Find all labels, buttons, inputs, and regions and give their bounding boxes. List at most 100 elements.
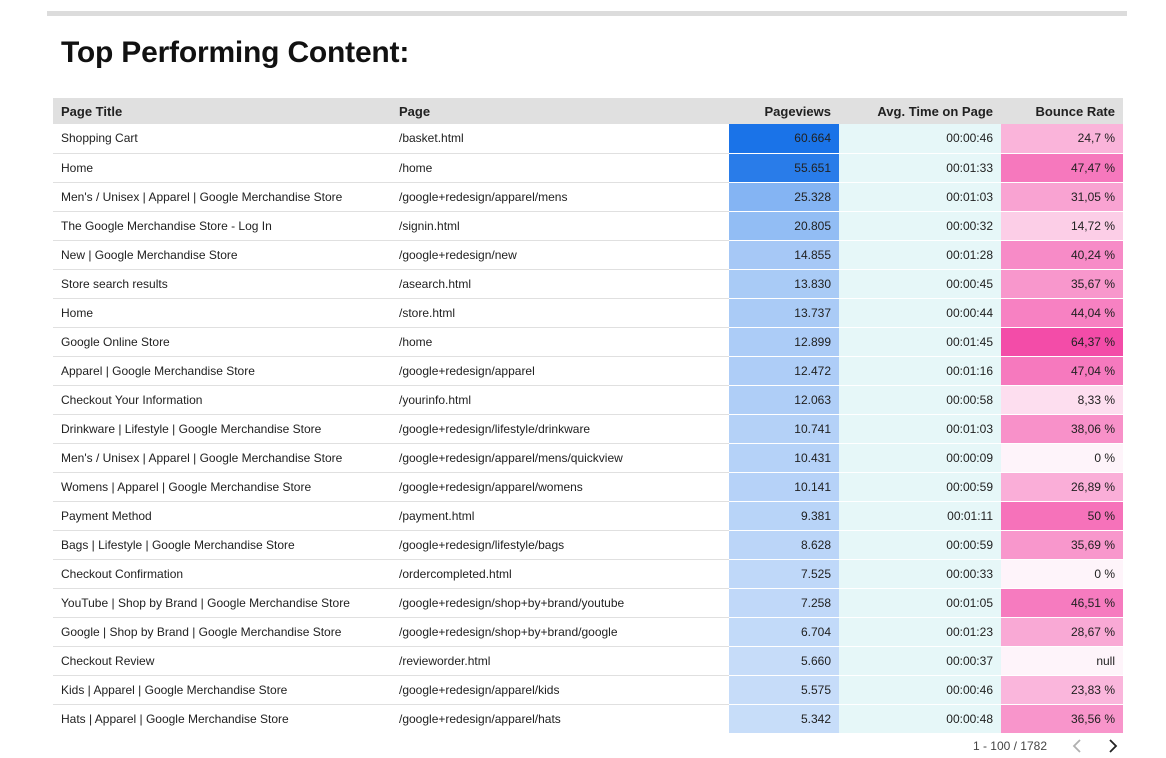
cell-bounce-rate: null bbox=[1001, 646, 1123, 676]
table-row[interactable]: Store search results/asearch.html 13.830 0… bbox=[53, 269, 1123, 299]
cell-page: /signin.html bbox=[391, 211, 729, 241]
table-row[interactable]: Shopping Cart/basket.html 60.664 00:00:46 2… bbox=[53, 124, 1123, 154]
cell-bounce-rate: 47,04 % bbox=[1001, 356, 1123, 386]
cell-avg-time: 00:00:44 bbox=[839, 298, 1001, 328]
cell-page-title: Men's / Unisex | Apparel | Google Mercha… bbox=[53, 443, 391, 473]
table-row[interactable]: Home/home 55.651 00:01:33 47,47 % bbox=[53, 153, 1123, 183]
cell-pageviews: 5.660 bbox=[729, 646, 839, 676]
table-row[interactable]: Womens | Apparel | Google Merchandise St… bbox=[53, 472, 1123, 502]
table-row[interactable]: Checkout Review/revieworder.html 5.660 00:… bbox=[53, 646, 1123, 676]
table-row[interactable]: Men's / Unisex | Apparel | Google Mercha… bbox=[53, 443, 1123, 473]
cell-pageviews: 7.258 bbox=[729, 588, 839, 618]
cell-page-title: Store search results bbox=[53, 269, 391, 299]
cell-page-title: Google | Shop by Brand | Google Merchand… bbox=[53, 617, 391, 647]
cell-pageviews: 13.737 bbox=[729, 298, 839, 328]
cell-bounce-rate: 46,51 % bbox=[1001, 588, 1123, 618]
cell-avg-time: 00:00:59 bbox=[839, 472, 1001, 502]
cell-page-title: Men's / Unisex | Apparel | Google Mercha… bbox=[53, 182, 391, 212]
cell-bounce-rate: 38,06 % bbox=[1001, 414, 1123, 444]
table-row[interactable]: Bags | Lifestyle | Google Merchandise St… bbox=[53, 530, 1123, 560]
top-divider-bar bbox=[47, 11, 1127, 16]
cell-avg-time: 00:00:46 bbox=[839, 124, 1001, 154]
table-row[interactable]: New | Google Merchandise Store/google+re… bbox=[53, 240, 1123, 270]
cell-avg-time: 00:01:28 bbox=[839, 240, 1001, 270]
cell-bounce-rate: 64,37 % bbox=[1001, 327, 1123, 357]
table-header-row: Page Title Page Pageviews Avg. Time on P… bbox=[53, 98, 1123, 124]
column-header-bounce-rate[interactable]: Bounce Rate bbox=[1001, 98, 1123, 124]
table-row[interactable]: The Google Merchandise Store - Log In/si… bbox=[53, 211, 1123, 241]
table-row[interactable]: Kids | Apparel | Google Merchandise Stor… bbox=[53, 675, 1123, 705]
cell-page-title: Drinkware | Lifestyle | Google Merchandi… bbox=[53, 414, 391, 444]
cell-page-title: YouTube | Shop by Brand | Google Merchan… bbox=[53, 588, 391, 618]
table-row[interactable]: Hats | Apparel | Google Merchandise Stor… bbox=[53, 704, 1123, 733]
chevron-left-icon[interactable] bbox=[1067, 736, 1087, 756]
cell-page-title: Checkout Review bbox=[53, 646, 391, 676]
table-row[interactable]: Drinkware | Lifestyle | Google Merchandi… bbox=[53, 414, 1123, 444]
cell-page: /google+redesign/apparel/mens bbox=[391, 182, 729, 212]
column-header-avg-time[interactable]: Avg. Time on Page bbox=[839, 98, 1001, 124]
table-row[interactable]: Checkout Confirmation/ordercompleted.htm… bbox=[53, 559, 1123, 589]
cell-page: /google+redesign/lifestyle/bags bbox=[391, 530, 729, 560]
cell-page: /yourinfo.html bbox=[391, 385, 729, 415]
cell-pageviews: 55.651 bbox=[729, 153, 839, 183]
cell-pageviews: 9.381 bbox=[729, 501, 839, 531]
cell-page-title: Kids | Apparel | Google Merchandise Stor… bbox=[53, 675, 391, 705]
cell-pageviews: 12.899 bbox=[729, 327, 839, 357]
cell-pageviews: 5.342 bbox=[729, 704, 839, 733]
cell-bounce-rate: 28,67 % bbox=[1001, 617, 1123, 647]
table-row[interactable]: YouTube | Shop by Brand | Google Merchan… bbox=[53, 588, 1123, 618]
cell-page: /google+redesign/shop+by+brand/google bbox=[391, 617, 729, 647]
cell-page: /payment.html bbox=[391, 501, 729, 531]
cell-avg-time: 00:01:03 bbox=[839, 182, 1001, 212]
table-row[interactable]: Men's / Unisex | Apparel | Google Mercha… bbox=[53, 182, 1123, 212]
cell-page-title: Home bbox=[53, 298, 391, 328]
cell-page: /google+redesign/new bbox=[391, 240, 729, 270]
content-table: Page Title Page Pageviews Avg. Time on P… bbox=[53, 98, 1123, 733]
cell-page-title: Google Online Store bbox=[53, 327, 391, 357]
cell-avg-time: 00:01:11 bbox=[839, 501, 1001, 531]
cell-avg-time: 00:01:33 bbox=[839, 153, 1001, 183]
table-body: Shopping Cart/basket.html 60.664 00:00:46 2… bbox=[53, 124, 1123, 733]
cell-page: /home bbox=[391, 153, 729, 183]
cell-page: /store.html bbox=[391, 298, 729, 328]
cell-avg-time: 00:00:33 bbox=[839, 559, 1001, 589]
cell-bounce-rate: 0 % bbox=[1001, 559, 1123, 589]
table-row[interactable]: Checkout Your Information/yourinfo.html 1… bbox=[53, 385, 1123, 415]
cell-pageviews: 10.741 bbox=[729, 414, 839, 444]
column-header-page[interactable]: Page bbox=[391, 98, 729, 124]
cell-avg-time: 00:00:09 bbox=[839, 443, 1001, 473]
content-table-container: Page Title Page Pageviews Avg. Time on P… bbox=[53, 98, 1123, 733]
cell-pageviews: 7.525 bbox=[729, 559, 839, 589]
cell-bounce-rate: 0 % bbox=[1001, 443, 1123, 473]
cell-avg-time: 00:00:48 bbox=[839, 704, 1001, 733]
table-row[interactable]: Home/store.html 13.737 00:00:44 44,04 % bbox=[53, 298, 1123, 328]
cell-pageviews: 14.855 bbox=[729, 240, 839, 270]
cell-bounce-rate: 31,05 % bbox=[1001, 182, 1123, 212]
cell-bounce-rate: 14,72 % bbox=[1001, 211, 1123, 241]
cell-bounce-rate: 35,67 % bbox=[1001, 269, 1123, 299]
cell-avg-time: 00:01:23 bbox=[839, 617, 1001, 647]
cell-pageviews: 10.141 bbox=[729, 472, 839, 502]
table-row[interactable]: Google | Shop by Brand | Google Merchand… bbox=[53, 617, 1123, 647]
cell-avg-time: 00:00:32 bbox=[839, 211, 1001, 241]
cell-bounce-rate: 40,24 % bbox=[1001, 240, 1123, 270]
cell-page: /google+redesign/apparel/mens/quickview bbox=[391, 443, 729, 473]
cell-page: /ordercompleted.html bbox=[391, 559, 729, 589]
cell-pageviews: 10.431 bbox=[729, 443, 839, 473]
cell-avg-time: 00:01:05 bbox=[839, 588, 1001, 618]
table-row[interactable]: Google Online Store/home 12.899 00:01:45 64… bbox=[53, 327, 1123, 357]
cell-pageviews: 60.664 bbox=[729, 124, 839, 154]
cell-avg-time: 00:00:46 bbox=[839, 675, 1001, 705]
cell-pageviews: 12.472 bbox=[729, 356, 839, 386]
column-header-pageviews[interactable]: Pageviews bbox=[729, 98, 839, 124]
cell-pageviews: 20.805 bbox=[729, 211, 839, 241]
cell-page-title: Bags | Lifestyle | Google Merchandise St… bbox=[53, 530, 391, 560]
cell-page-title: Womens | Apparel | Google Merchandise St… bbox=[53, 472, 391, 502]
page-title: Top Performing Content: bbox=[61, 36, 410, 69]
table-row[interactable]: Apparel | Google Merchandise Store/googl… bbox=[53, 356, 1123, 386]
column-header-page-title[interactable]: Page Title bbox=[53, 98, 391, 124]
table-row[interactable]: Payment Method/payment.html 9.381 00:01:11… bbox=[53, 501, 1123, 531]
cell-page-title: Apparel | Google Merchandise Store bbox=[53, 356, 391, 386]
chevron-right-icon[interactable] bbox=[1103, 736, 1123, 756]
cell-page-title: Checkout Your Information bbox=[53, 385, 391, 415]
